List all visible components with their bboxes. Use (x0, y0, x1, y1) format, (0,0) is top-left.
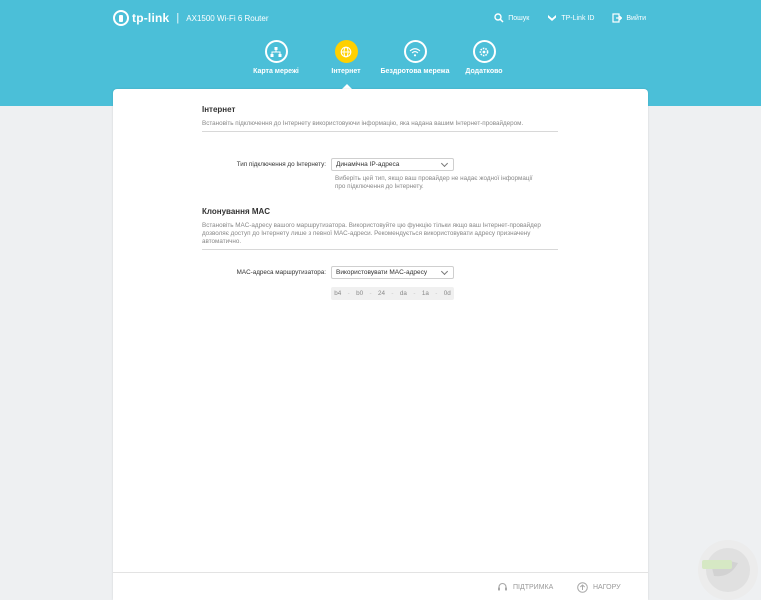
mac-octet: da (399, 290, 407, 297)
support-label: ПІДТРИМКА (513, 584, 554, 591)
tab-network-map[interactable]: Карта мережі (239, 40, 313, 76)
internet-section-divider (202, 131, 558, 132)
mac-clone-section-divider (202, 249, 558, 250)
connection-type-select[interactable]: Динамічна IP-адреса (331, 158, 454, 171)
top-links: Пошук TP-Link ID Вийти (494, 13, 646, 23)
site-watermark-logo (698, 540, 758, 600)
wifi-icon-circle (403, 40, 427, 63)
gear-icon-circle (472, 40, 496, 63)
globe-icon-circle (334, 40, 358, 63)
mac-clone-section-title: Клонування MAC (202, 207, 271, 216)
mac-address-display: b4 - b0 - 24 - da - 1a - 0d (331, 287, 454, 300)
tab-advanced-label: Додатково (465, 68, 503, 75)
connection-type-value: Динамічна IP-адреса (336, 161, 400, 168)
router-mac-value: Використовувати MAC-адресу (336, 269, 428, 276)
arrow-up-icon (577, 582, 588, 593)
connection-type-label: Тип підключення до Інтернету: (236, 161, 326, 168)
settings-card: Інтернет Встановіть підключення до Інтер… (113, 89, 648, 600)
router-mac-select[interactable]: Використовувати MAC-адресу (331, 266, 454, 279)
tab-internet-label: Інтернет (331, 68, 361, 75)
logout-label: Вийти (626, 14, 646, 22)
mac-octet: 0d (443, 290, 451, 297)
mac-octet: b0 (356, 290, 364, 297)
tab-internet[interactable]: Інтернет (309, 40, 383, 76)
mac-octet: 24 (378, 290, 386, 297)
mac-separator: - (391, 290, 394, 297)
network-map-icon (270, 46, 282, 57)
tplink-id-label: TP-Link ID (561, 14, 595, 22)
mac-octet: b4 (334, 290, 342, 297)
wifi-icon (409, 47, 421, 56)
mac-clone-section-description: Встановіть MAC-адресу вашого маршрутизат… (202, 222, 541, 245)
tplink-id-link[interactable]: TP-Link ID (547, 13, 594, 23)
mac-separator: - (435, 290, 438, 297)
logout-icon (612, 13, 623, 23)
mac-octet: 1a (421, 290, 429, 297)
globe-icon (340, 46, 352, 57)
gear-icon (479, 47, 489, 56)
search-link-label: Пошук (508, 14, 530, 22)
support-link[interactable]: ПІДТРИМКА (497, 582, 553, 593)
router-mac-label: MAC-адреса маршрутизатора: (236, 269, 326, 276)
network-map-icon-circle (264, 40, 288, 63)
brand-separator: | (176, 12, 180, 24)
tab-wireless-label: Бездротова мережа (380, 68, 450, 75)
chevron-down-icon (440, 267, 449, 275)
mac-clone-section: Клонування MAC Встановіть MAC-адресу ваш… (202, 207, 558, 250)
tab-advanced[interactable]: Додатково (447, 40, 521, 76)
internet-section-title: Інтернет (202, 105, 236, 114)
internet-section-description: Встановіть підключення до Інтернету вико… (202, 120, 524, 127)
mac-separator: - (413, 290, 416, 297)
internet-section: Інтернет Встановіть підключення до Інтер… (202, 105, 558, 132)
brand-name: tp-link (132, 11, 170, 25)
tplink-id-icon (548, 15, 557, 21)
back-to-top-link[interactable]: НАГОРУ (577, 582, 621, 593)
mac-separator: - (369, 290, 372, 297)
brand-logo[interactable]: tp-link | AX1500 Wi-Fi 6 Router (113, 10, 269, 26)
support-icon (498, 582, 507, 591)
mac-separator: - (347, 290, 350, 297)
footer-bar: ПІДТРИМКА НАГОРУ (113, 572, 648, 600)
connection-type-hint: Виберіть цей тип, якщо ваш провайдер не … (335, 175, 533, 190)
search-icon (494, 13, 504, 23)
tplink-logo-icon (113, 10, 129, 26)
logout-link[interactable]: Вийти (612, 13, 646, 23)
tab-network-map-label: Карта мережі (253, 68, 299, 75)
search-link[interactable]: Пошук (494, 13, 529, 23)
chevron-down-icon (440, 159, 449, 167)
tab-wireless[interactable]: Бездротова мережа (378, 40, 452, 76)
model-name: AX1500 Wi-Fi 6 Router (186, 13, 269, 23)
back-to-top-label: НАГОРУ (593, 584, 621, 591)
